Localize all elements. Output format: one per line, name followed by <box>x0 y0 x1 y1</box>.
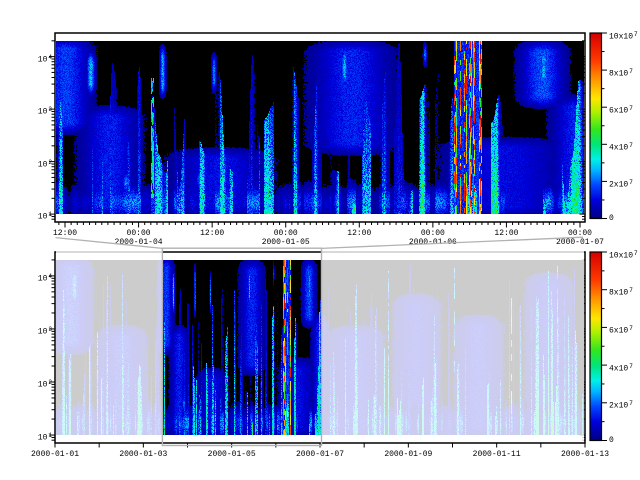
zoom-connector-left <box>56 238 163 249</box>
zoom-connector-right <box>322 237 583 248</box>
zoom-annotation-layer <box>0 0 640 480</box>
spectrogram-figure: 10410310210110410310210112:0000:002000-0… <box>0 0 640 480</box>
zoom-region-box[interactable] <box>162 248 321 445</box>
